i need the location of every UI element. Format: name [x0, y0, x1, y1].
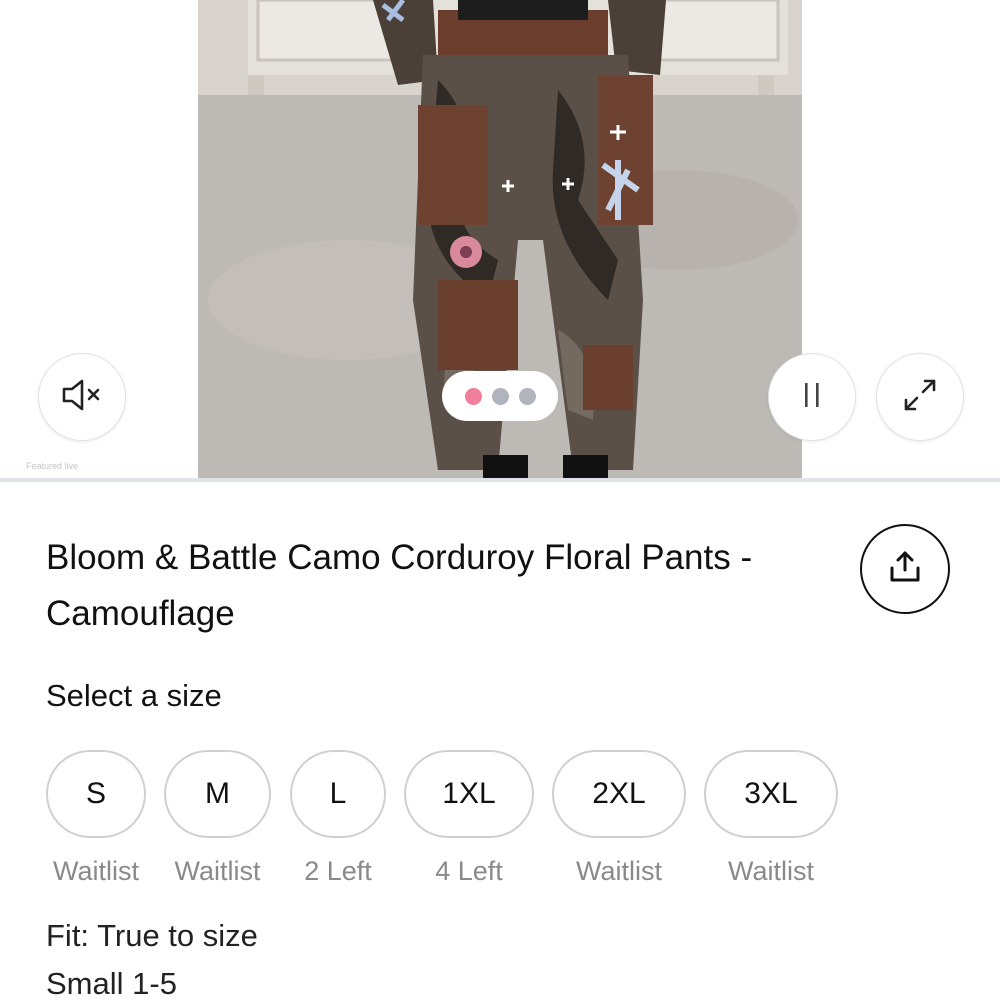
share-upload-icon — [887, 549, 923, 590]
speaker-muted-icon — [61, 377, 103, 418]
size-pill[interactable]: 3XL — [704, 750, 838, 838]
size-option-m[interactable]: M Waitlist — [164, 750, 271, 887]
mute-button[interactable] — [38, 353, 126, 441]
size-pill[interactable]: L — [290, 750, 386, 838]
size-option-1xl[interactable]: 1XL 4 Left — [404, 750, 534, 887]
expand-button[interactable] — [876, 353, 964, 441]
slide-dot-2[interactable] — [491, 387, 509, 405]
size-pill[interactable]: 1XL — [404, 750, 534, 838]
slide-dot-1[interactable] — [464, 387, 482, 405]
size-availability: Waitlist — [174, 856, 261, 886]
size-option-s[interactable]: S Waitlist — [46, 750, 146, 887]
pause-button[interactable] — [768, 353, 856, 441]
size-availability: Waitlist — [53, 856, 139, 886]
size-section-label: Select a size — [46, 678, 222, 713]
size-availability: Waitlist — [576, 856, 662, 886]
size-pill[interactable]: M — [164, 750, 271, 838]
size-availability: Waitlist — [728, 856, 814, 886]
size-availability: 4 Left — [435, 856, 503, 886]
featured-live-label: Featured live — [26, 461, 79, 471]
product-title: Bloom & Battle Camo Corduroy Floral Pant… — [46, 538, 753, 633]
fit-info: Fit: True to size — [46, 918, 258, 953]
expand-arrows-icon — [902, 377, 938, 418]
slide-indicator — [442, 371, 558, 421]
size-option-2xl[interactable]: 2XL Waitlist — [552, 750, 686, 887]
product-media-viewer[interactable]: Featured live — [0, 0, 1000, 478]
size-option-l[interactable]: L 2 Left — [290, 750, 386, 887]
size-pill[interactable]: 2XL — [552, 750, 686, 838]
share-button[interactable] — [860, 524, 950, 614]
size-availability: 2 Left — [304, 856, 372, 886]
size-option-3xl[interactable]: 3XL Waitlist — [704, 750, 838, 887]
media-divider — [0, 478, 1000, 482]
size-range-info: Small 1-5 — [46, 966, 177, 1001]
size-pill[interactable]: S — [46, 750, 146, 838]
pause-icon — [802, 381, 822, 414]
slide-dot-3[interactable] — [518, 387, 536, 405]
